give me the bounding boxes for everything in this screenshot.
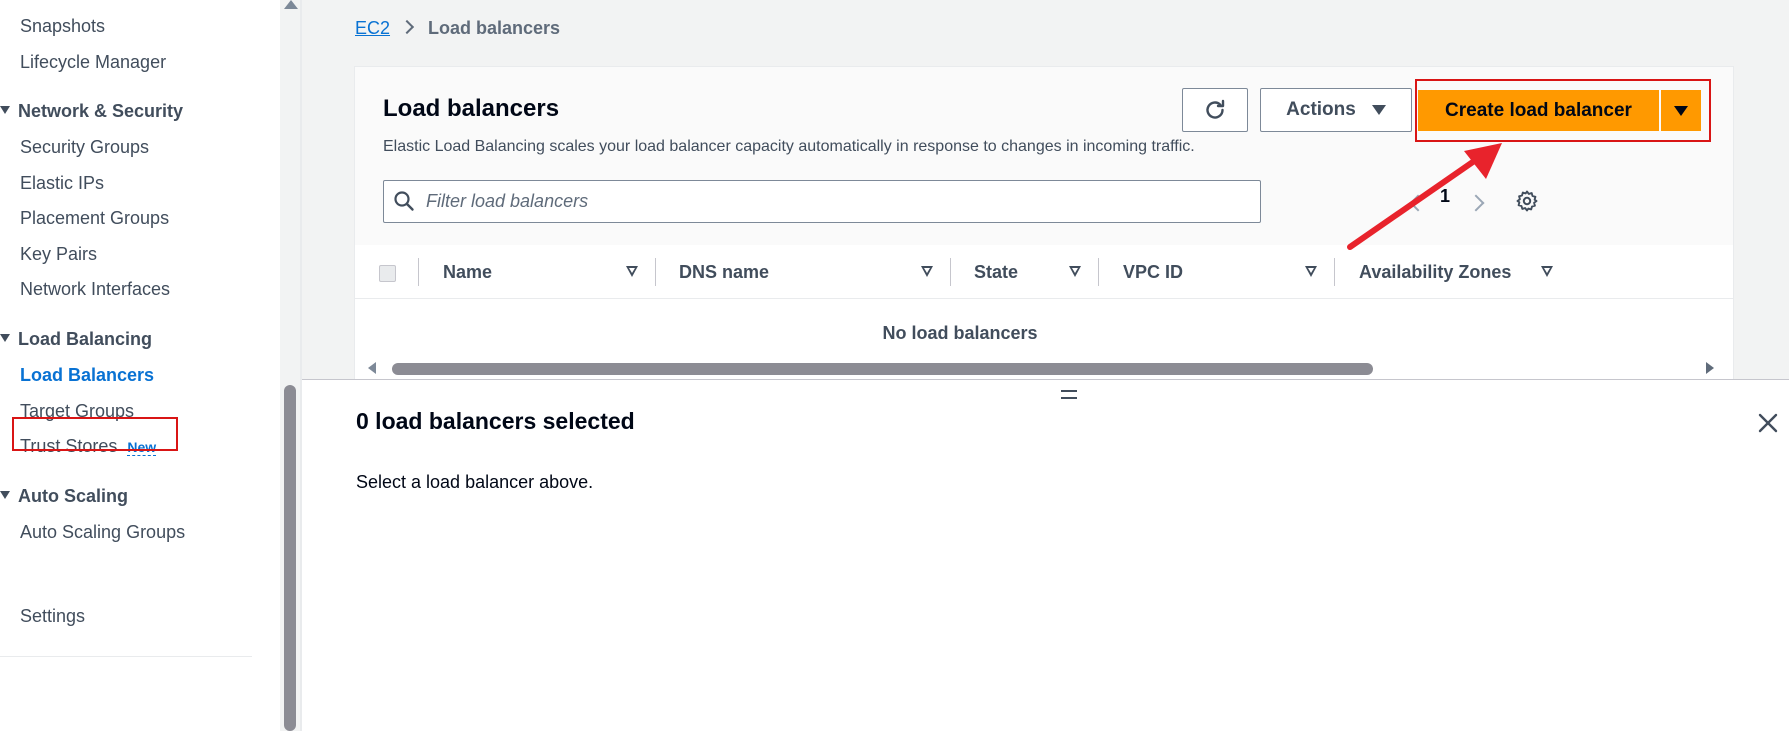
scroll-right-arrow-icon[interactable] — [1706, 362, 1714, 374]
nav-section-load-balancing[interactable]: Load Balancing — [0, 329, 152, 350]
nav-item-security-groups[interactable]: Security Groups — [20, 137, 149, 158]
column-divider[interactable] — [1334, 258, 1335, 286]
page-title: Load balancers — [383, 95, 560, 122]
scroll-left-arrow-icon[interactable] — [368, 362, 376, 374]
caret-down-icon — [0, 106, 10, 115]
breadcrumb: EC2 Load balancers — [355, 18, 560, 39]
nav-item-snapshots[interactable]: Snapshots — [20, 16, 105, 37]
breadcrumb-ec2-link[interactable]: EC2 — [355, 18, 390, 38]
split-panel-title: 0 load balancers selected — [356, 408, 635, 434]
filter-input[interactable] — [426, 181, 1246, 222]
nav-item-load-balancers[interactable]: Load Balancers — [20, 365, 154, 386]
column-header-dns-name[interactable]: DNS name — [679, 262, 769, 283]
sort-icon[interactable] — [1541, 266, 1553, 277]
nav-item-auto-scaling-groups[interactable]: Auto Scaling Groups — [20, 522, 185, 543]
actions-label: Actions — [1286, 99, 1356, 120]
table-header-row: Name DNS name State VPC ID Availability … — [355, 245, 1733, 299]
select-all-checkbox[interactable] — [379, 265, 396, 282]
nav-section-network-security[interactable]: Network & Security — [0, 101, 183, 122]
nav-divider — [0, 656, 252, 657]
nav-item-lifecycle-manager[interactable]: Lifecycle Manager — [20, 52, 166, 73]
column-divider — [418, 258, 419, 286]
gear-icon[interactable] — [1515, 189, 1539, 213]
sort-icon[interactable] — [921, 266, 933, 277]
column-header-state[interactable]: State — [974, 262, 1018, 283]
horizontal-scrollbar-thumb[interactable] — [392, 363, 1373, 375]
nav-item-key-pairs[interactable]: Key Pairs — [20, 244, 97, 265]
column-divider[interactable] — [950, 258, 951, 286]
breadcrumb-current: Load balancers — [428, 18, 561, 38]
refresh-icon — [1206, 99, 1225, 119]
nav-item-network-interfaces[interactable]: Network Interfaces — [20, 279, 170, 300]
scroll-up-arrow-icon[interactable] — [284, 0, 298, 9]
nav-section-label: Network & Security — [18, 101, 184, 121]
sort-icon[interactable] — [1305, 266, 1317, 277]
sort-icon[interactable] — [626, 266, 638, 277]
nav-section-auto-scaling[interactable]: Auto Scaling — [0, 486, 128, 507]
annotation-arrow-icon — [1347, 143, 1502, 250]
nav-section-label: Load Balancing — [18, 329, 153, 349]
side-navigation: Snapshots Lifecycle Manager Network & Se… — [0, 0, 280, 731]
column-divider[interactable] — [655, 258, 656, 286]
sort-icon[interactable] — [1069, 266, 1081, 277]
column-header-vpc-id[interactable]: VPC ID — [1123, 262, 1183, 283]
nav-item-placement-groups[interactable]: Placement Groups — [20, 208, 169, 229]
column-divider[interactable] — [1098, 258, 1099, 286]
search-icon — [394, 191, 414, 211]
nav-item-elastic-ips[interactable]: Elastic IPs — [20, 173, 104, 194]
caret-down-icon — [0, 491, 10, 500]
caret-down-icon — [1371, 105, 1386, 115]
nav-item-settings[interactable]: Settings — [20, 606, 85, 627]
caret-down-icon — [0, 334, 10, 343]
actions-dropdown-button[interactable]: Actions — [1260, 88, 1412, 132]
page-description: Elastic Load Balancing scales your load … — [383, 138, 1195, 155]
filter-field[interactable] — [383, 180, 1261, 223]
split-panel-body: Select a load balancer above. — [356, 472, 594, 492]
nav-section-label: Auto Scaling — [18, 486, 129, 506]
chevron-right-icon — [399, 19, 415, 35]
empty-state-message: No load balancers — [882, 323, 1038, 343]
annotation-highlight-box — [1415, 79, 1711, 142]
column-header-availability-zones[interactable]: Availability Zones — [1359, 262, 1511, 283]
column-header-name[interactable]: Name — [443, 262, 492, 283]
annotation-highlight-box — [12, 417, 178, 451]
refresh-button[interactable] — [1182, 88, 1248, 132]
resize-handle-icon[interactable] — [1061, 390, 1077, 399]
sidebar-scrollbar-thumb[interactable] — [284, 385, 296, 731]
close-icon[interactable] — [1756, 411, 1780, 435]
